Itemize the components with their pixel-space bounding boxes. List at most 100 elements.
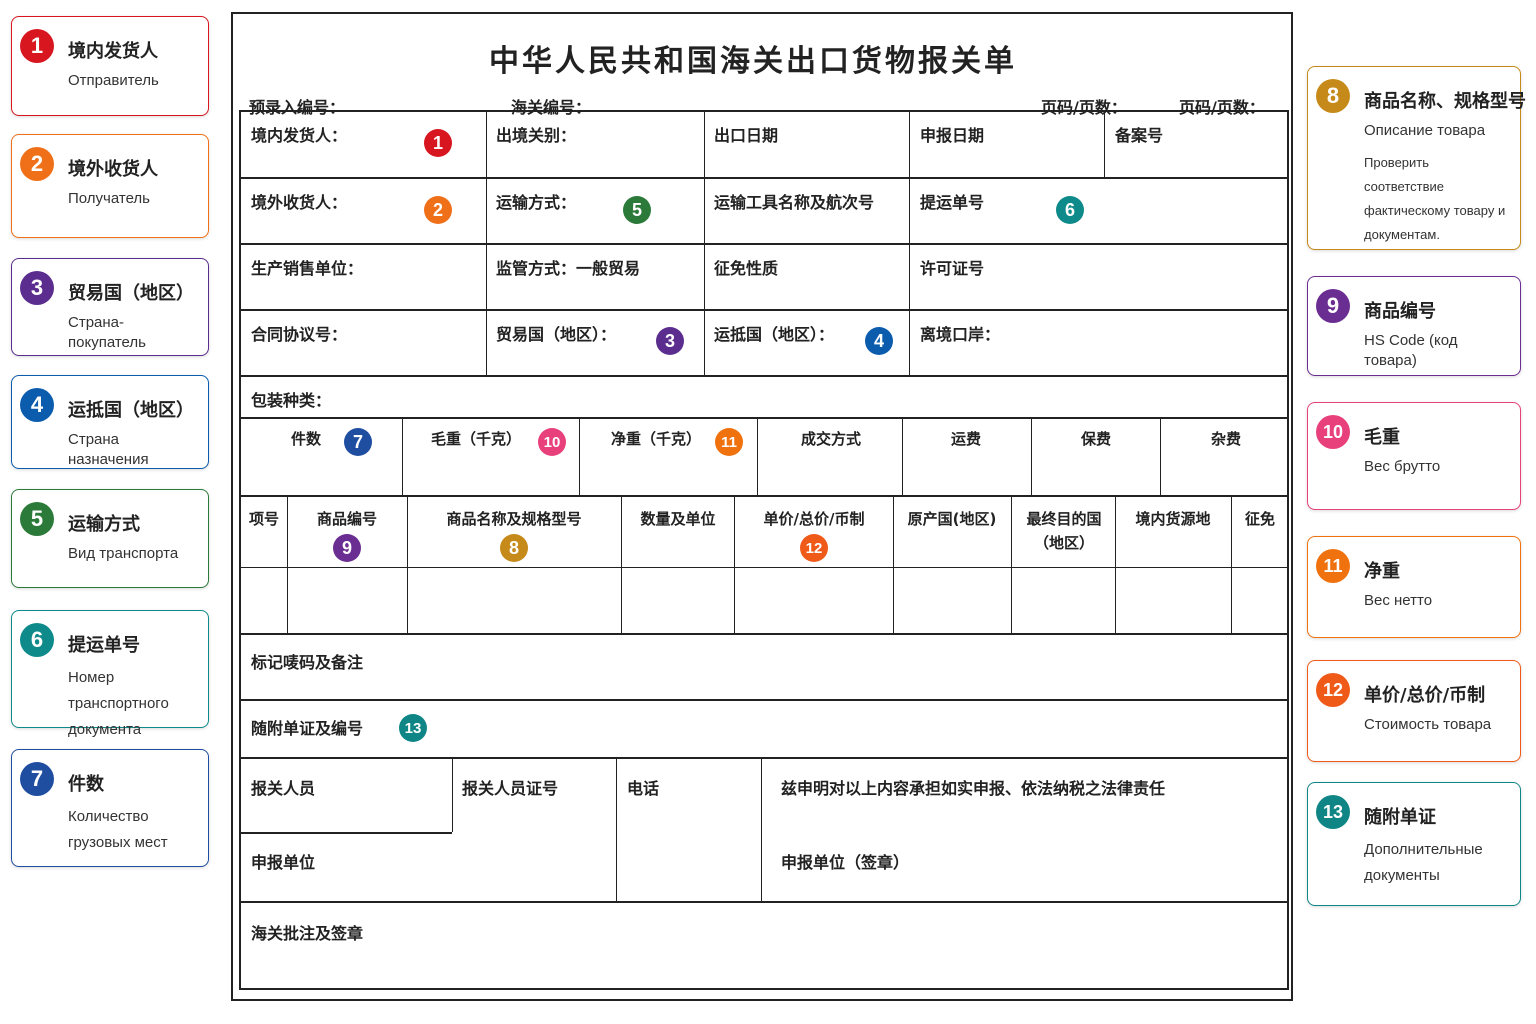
badge-12-icon: 12 <box>800 534 828 562</box>
legend-card-5: 5 运输方式 Вид транспорта <box>11 489 209 588</box>
legend-zh: 单价/总价/币制 <box>1364 685 1486 706</box>
badge-9-icon: 9 <box>333 534 361 562</box>
legend-card-6: 6 提运单号 Номер транспортного документа <box>11 610 209 738</box>
record-no-label: 备案号 <box>1115 126 1164 145</box>
insurance-label: 保费 <box>1080 430 1111 448</box>
badge-10-icon: 10 <box>1316 415 1350 449</box>
legend-card-10: 10 毛重 Вес брутто <box>1307 402 1521 510</box>
domestic-source-header: 境内货源地 <box>1135 510 1211 528</box>
legend-card-9: 9 商品编号 HS Code (код товара) <box>1307 276 1521 376</box>
attached-docs-label: 随附单证及编号 <box>251 719 364 738</box>
badge-1-icon: 1 <box>424 129 452 157</box>
phone-label: 电话 <box>627 779 660 798</box>
legend-zh: 提运单号 <box>68 635 140 656</box>
exemption-header: 征免 <box>1244 510 1275 528</box>
declaring-unit-seal-label: 申报单位（签章） <box>781 853 910 872</box>
badge-9-icon: 9 <box>1316 289 1350 323</box>
customs-declaration-form: 中华人民共和国海关出口货物报关单 预录入编号： 海关编号： 页码/页数： 页码/… <box>231 12 1293 1001</box>
legend-zh: 商品编号 <box>1364 301 1436 322</box>
legend-zh: 贸易国（地区） <box>68 283 194 304</box>
export-date-label: 出口日期 <box>714 126 779 145</box>
producer-label: 生产销售单位： <box>251 259 364 278</box>
legend-zh: 随附单证 <box>1364 807 1436 828</box>
legend-zh: 境外收货人 <box>68 159 158 180</box>
legend-zh: 毛重 <box>1364 427 1400 448</box>
legend-card-12: 12 单价/总价/币制 Стоимость товара <box>1307 660 1521 762</box>
legend-zh: 运抵国（地区） <box>68 400 194 421</box>
badge-2-icon: 2 <box>424 196 452 224</box>
legend-note: Проверить соответствие фактическому това… <box>1364 155 1506 242</box>
legend-ru: Вес нетто <box>1364 592 1433 609</box>
legend-ru: Получатель <box>68 190 150 207</box>
badge-3-icon: 3 <box>20 271 54 305</box>
legend-card-11: 11 净重 Вес нетто <box>1307 536 1521 638</box>
badge-2-icon: 2 <box>20 147 54 181</box>
declarant-id-label: 报关人员证号 <box>462 779 559 798</box>
packages-label: 件数 <box>290 430 321 448</box>
supervision-label: 监管方式：一般贸易 <box>496 259 641 278</box>
contract-no-label: 合同协议号： <box>251 325 348 344</box>
form-grid: 境内发货人： 1 出境关别： 出口日期 申报日期 备案号 境外收货人： 2 运输… <box>239 110 1289 990</box>
badge-10-icon: 10 <box>538 428 566 456</box>
legend-zh: 商品名称、规格型号 <box>1364 91 1526 112</box>
exporter-label: 境内发货人： <box>251 126 348 145</box>
legend-ru: Страна-покупатель <box>68 314 146 351</box>
badge-11-icon: 11 <box>1316 549 1350 583</box>
badge-5-icon: 5 <box>623 196 651 224</box>
legend-ru: Вид транспорта <box>68 545 179 562</box>
net-weight-label: 净重（千克） <box>610 430 701 448</box>
badge-12-icon: 12 <box>1316 673 1350 707</box>
exemption-nature-label: 征免性质 <box>714 259 779 278</box>
legend-card-13: 13 随附单证 Дополнительные документы <box>1307 782 1521 906</box>
legend-card-2: 2 境外收货人 Получатель <box>11 134 209 238</box>
consignee-label: 境外收货人： <box>251 193 348 212</box>
customs-approval-label: 海关批注及签章 <box>251 924 364 943</box>
legend-ru: Номер транспортного документа <box>68 669 169 738</box>
vessel-label: 运输工具名称及航次号 <box>714 193 875 212</box>
badge-7-icon: 7 <box>20 762 54 796</box>
legend-zh: 净重 <box>1364 561 1400 582</box>
statement-text: 兹申明对以上内容承担如实申报、依法纳税之法律责任 <box>781 779 1166 798</box>
exit-port-label: 离境口岸： <box>920 325 1001 344</box>
legend-ru: Описание товара <box>1364 122 1486 139</box>
packaging-label: 包装种类： <box>251 391 332 410</box>
legend-zh: 境内发货人 <box>68 41 158 62</box>
declaring-unit-label: 申报单位 <box>251 853 316 872</box>
legend-ru: Стоимость товара <box>1364 716 1492 733</box>
badge-7-icon: 7 <box>344 428 372 456</box>
freight-label: 运费 <box>950 430 981 448</box>
badge-11-icon: 11 <box>715 428 743 456</box>
quantity-unit-header: 数量及单位 <box>640 510 716 528</box>
badge-8-icon: 8 <box>500 534 528 562</box>
legend-ru: Отправитель <box>68 72 159 89</box>
misc-fee-label: 杂费 <box>1210 430 1241 448</box>
badge-4-icon: 4 <box>865 327 893 355</box>
legend-ru: Количество грузовых мест <box>68 808 168 851</box>
legend-zh: 运输方式 <box>68 514 140 535</box>
badge-6-icon: 6 <box>20 623 54 657</box>
legend-ru: HS Code (код товара) <box>1364 332 1458 369</box>
trade-country-label: 贸易国（地区）： <box>496 325 617 344</box>
transaction-mode-label: 成交方式 <box>800 430 861 448</box>
price-header: 单价/总价/币制 <box>763 510 865 528</box>
legend-card-3: 3 贸易国（地区） Страна-покупатель <box>11 258 209 356</box>
badge-5-icon: 5 <box>20 502 54 536</box>
transport-mode-label: 运输方式： <box>496 193 577 212</box>
final-dest-header: 最终目的国（地区） <box>1026 510 1102 552</box>
legend-ru: Страна назначения <box>68 431 149 468</box>
hs-code-header: 商品编号 <box>316 510 377 528</box>
item-no-header: 项号 <box>248 510 279 528</box>
legend-card-7: 7 件数 Количество грузовых мест <box>11 749 209 867</box>
gross-weight-label: 毛重（千克） <box>430 430 521 448</box>
dest-country-label: 运抵国（地区）： <box>714 325 835 344</box>
legend-zh: 件数 <box>68 774 104 795</box>
bill-no-label: 提运单号 <box>920 193 985 212</box>
goods-name-header: 商品名称及规格型号 <box>446 510 582 528</box>
marks-label: 标记唛码及备注 <box>251 653 364 672</box>
badge-4-icon: 4 <box>20 388 54 422</box>
badge-13-icon: 13 <box>1316 795 1350 829</box>
badge-3-icon: 3 <box>656 327 684 355</box>
exit-customs-label: 出境关别： <box>496 126 577 145</box>
badge-6-icon: 6 <box>1056 196 1084 224</box>
badge-13-icon: 13 <box>399 714 427 742</box>
